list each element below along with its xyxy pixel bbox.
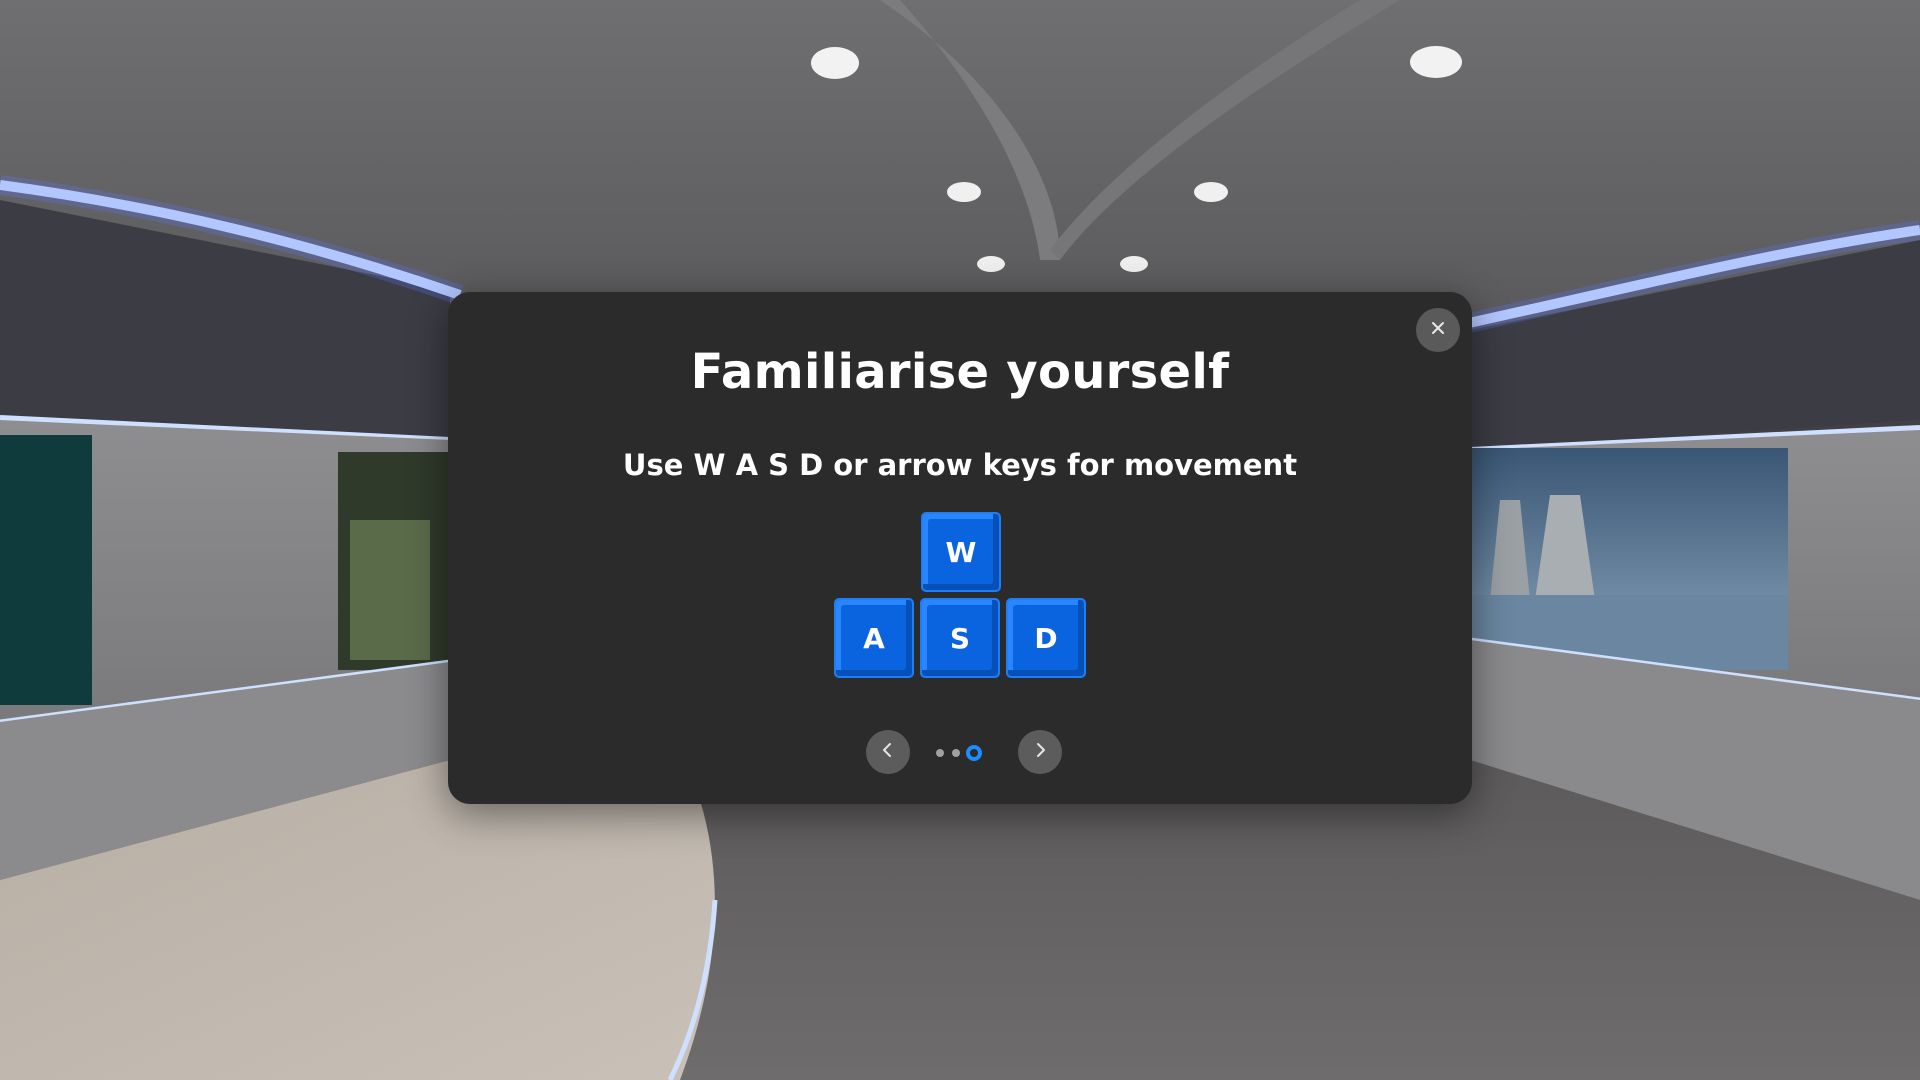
page-dot-1[interactable] xyxy=(936,749,944,757)
key-s[interactable]: S xyxy=(920,598,1000,678)
chevron-left-icon xyxy=(880,742,896,762)
modal-title: Familiarise yourself xyxy=(690,344,1230,400)
key-a[interactable]: A xyxy=(834,598,914,678)
modal-subtitle: Use W A S D or arrow keys for movement xyxy=(622,448,1298,482)
close-icon xyxy=(1430,320,1446,340)
key-w[interactable]: W xyxy=(921,512,1001,592)
next-button[interactable] xyxy=(1018,730,1062,774)
onboarding-modal: Familiarise yourself Use W A S D or arro… xyxy=(448,292,1472,804)
previous-button[interactable] xyxy=(866,730,910,774)
page-dot-2[interactable] xyxy=(952,749,960,757)
pagination-dots xyxy=(936,745,996,761)
key-d[interactable]: D xyxy=(1006,598,1086,678)
page-dot-3-active[interactable] xyxy=(966,745,982,761)
chevron-right-icon xyxy=(1032,742,1048,762)
